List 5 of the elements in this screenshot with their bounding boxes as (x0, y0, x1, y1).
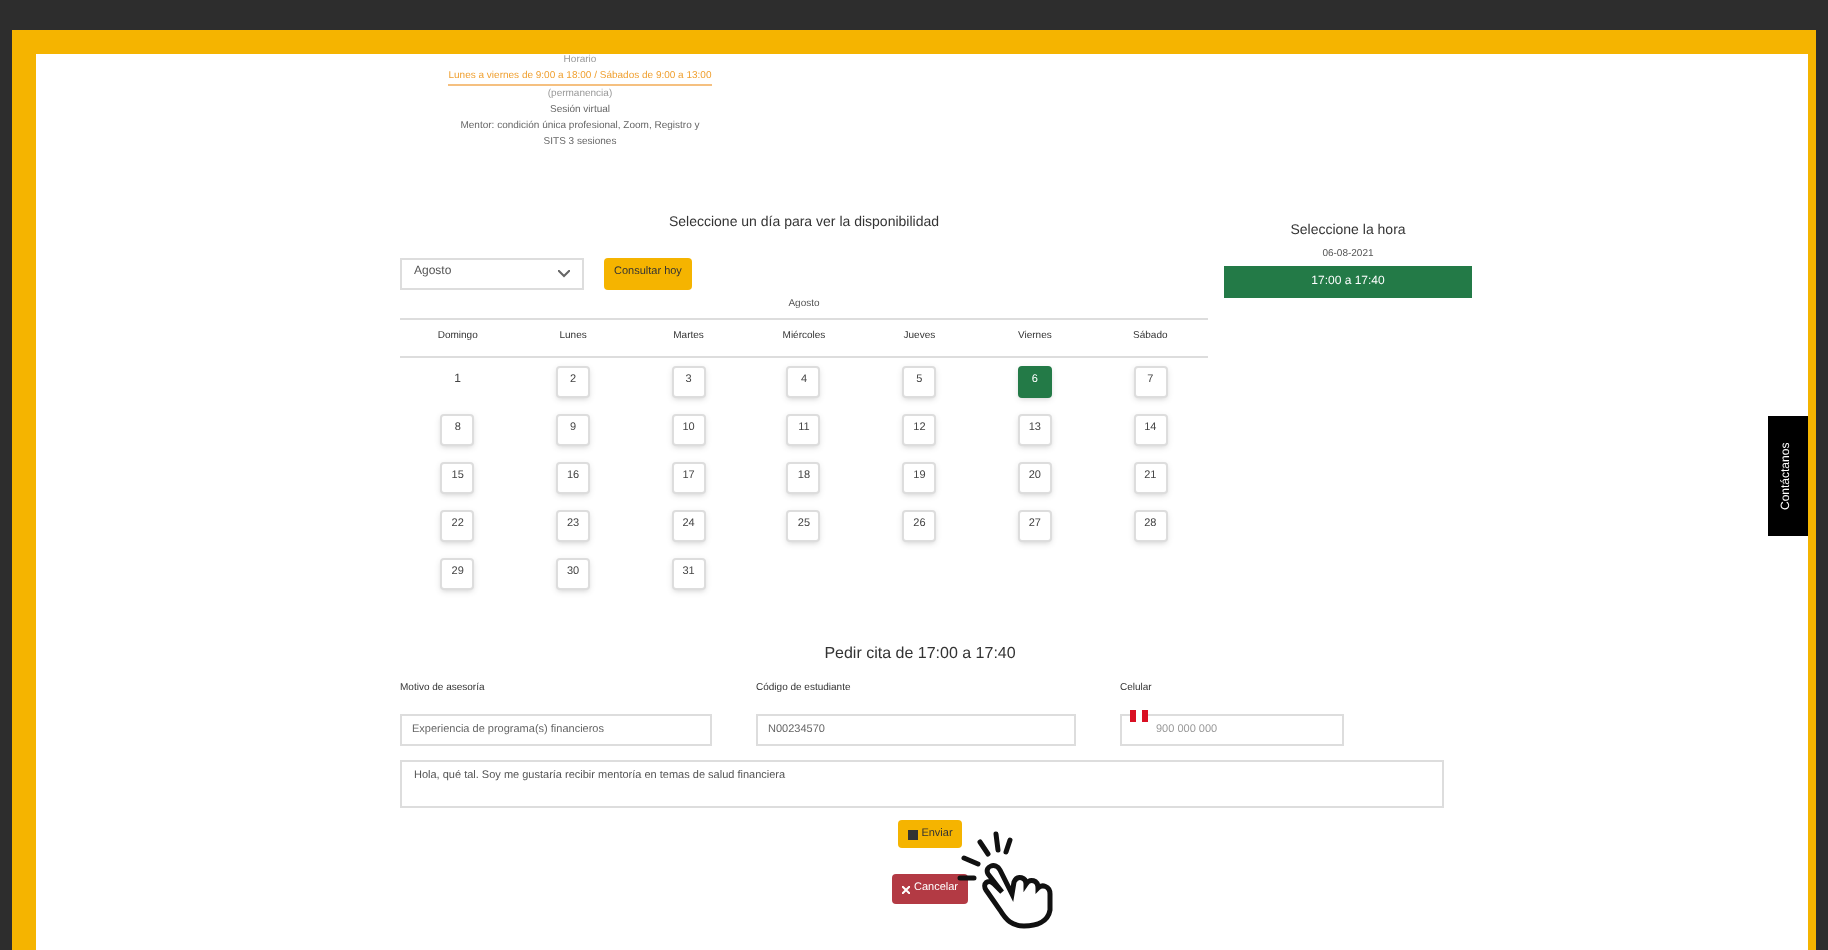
caret-icon (558, 269, 570, 277)
flag-icon (1130, 710, 1148, 722)
appointment-heading: Pedir cita de 17:00 a 17:40 (822, 641, 1018, 665)
calendar-icon (907, 829, 918, 839)
close-icon (901, 885, 910, 893)
